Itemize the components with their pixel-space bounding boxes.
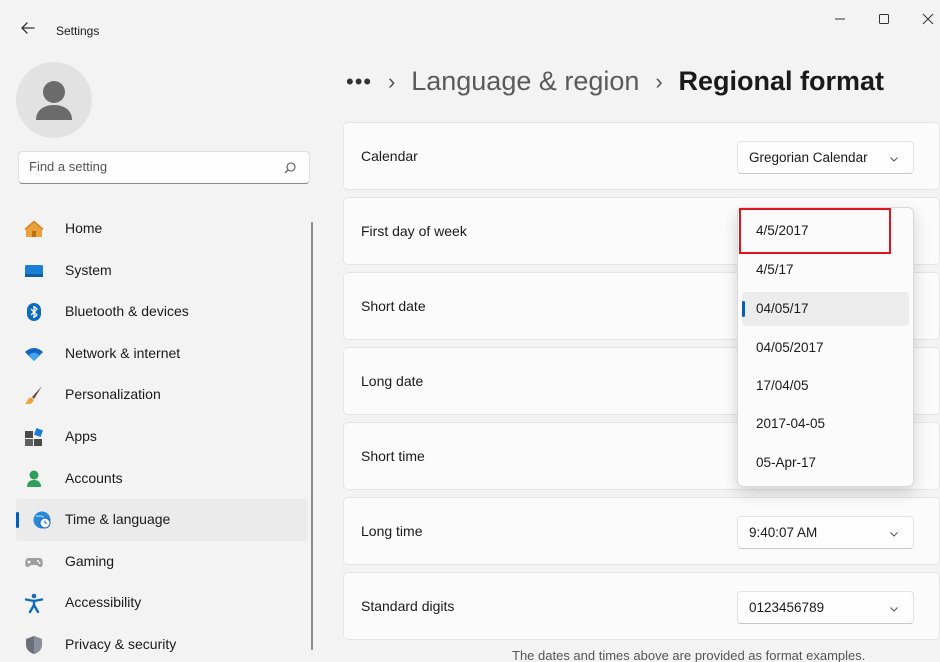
brush-icon [25,386,42,405]
search-icon[interactable] [283,161,297,175]
dropdown-option[interactable]: 2017-04-05 [742,407,909,441]
dropdown-option-selected[interactable]: 04/05/17 [742,292,909,326]
setting-label: Standard digits [361,598,455,614]
sidebar-item-system[interactable]: System [16,250,308,292]
long-time-select[interactable]: 9:40:07 AM [737,516,914,549]
maximize-icon[interactable] [862,4,906,34]
gamepad-icon [25,557,43,567]
chevron-down-icon [890,532,898,537]
select-value: 0123456789 [749,600,825,615]
back-arrow-icon[interactable] [18,18,38,38]
breadcrumb-separator: › [388,68,396,94]
sidebar-item-privacy[interactable]: Privacy & security [16,624,308,662]
sidebar-item-personalization[interactable]: Personalization [16,374,308,416]
option-label: 05-Apr-17 [756,455,817,470]
setting-label: First day of week [361,223,467,239]
dropdown-option[interactable]: 4/5/17 [742,253,909,287]
sidebar-item-time-language[interactable]: Time & language [16,499,308,541]
accessibility-icon [24,594,44,614]
accounts-icon [27,470,41,487]
setting-card-long-time: Long time 9:40:07 AM [343,497,940,565]
dropdown-option[interactable]: 04/05/2017 [742,331,909,365]
setting-label: Short date [361,298,426,314]
sidebar-item-apps[interactable]: Apps [16,416,308,458]
app-title: Settings [56,24,100,38]
option-label: 04/05/2017 [756,340,824,355]
sidebar-item-label: Home [65,220,103,236]
short-date-dropdown: 4/5/2017 4/5/17 04/05/17 04/05/2017 17/0… [737,207,914,487]
close-icon[interactable] [906,4,940,34]
active-indicator [16,512,19,529]
page-title: Regional format [678,66,885,96]
option-label: 4/5/2017 [756,223,809,238]
setting-label: Long time [361,523,423,539]
sidebar-item-accessibility[interactable]: Accessibility [16,582,308,624]
select-value: Gregorian Calendar [749,150,868,165]
sidebar-item-accounts[interactable]: Accounts [16,458,308,500]
sidebar-item-gaming[interactable]: Gaming [16,541,308,583]
chevron-down-icon [890,607,898,612]
sidebar-item-label: Bluetooth & devices [65,303,189,320]
option-label: 2017-04-05 [756,416,826,431]
dropdown-option[interactable]: 05-Apr-17 [742,446,909,480]
search-box[interactable] [18,151,310,184]
sidebar-item-label: Accounts [65,469,123,486]
setting-label: Calendar [361,148,418,164]
setting-card-calendar: Calendar Gregorian Calendar [343,122,940,190]
sidebar-item-network[interactable]: Network & internet [16,333,308,375]
bluetooth-icon [27,303,41,322]
wifi-icon [25,347,43,361]
breadcrumb-separator: › [655,68,663,94]
home-icon [24,220,44,237]
sidebar-item-home[interactable]: Home [16,208,308,250]
system-icon [25,264,43,277]
sidebar-scrollbar[interactable] [311,222,313,650]
standard-digits-select[interactable]: 0123456789 [737,591,914,624]
setting-card-standard-digits: Standard digits 0123456789 [343,572,940,640]
option-label: 17/04/05 [756,378,809,393]
option-label: 04/05/17 [756,301,809,316]
sidebar-item-label: Accessibility [65,594,142,611]
breadcrumb-language-region[interactable]: Language & region [411,66,639,97]
shield-icon [26,635,42,654]
select-value: 9:40:07 AM [749,525,818,540]
minimize-icon[interactable] [818,4,862,34]
setting-label: Short time [361,448,425,464]
sidebar-nav: Home System Bluetooth & devices Network … [16,208,308,662]
option-label: 4/5/17 [756,262,794,277]
person-icon [36,81,72,120]
sidebar-item-label: Privacy & security [65,635,177,652]
sidebar-item-label: Apps [65,427,97,444]
chevron-down-icon [890,157,898,162]
apps-icon [25,427,43,446]
setting-label: Long date [361,373,424,389]
selected-indicator [742,301,745,317]
sidebar-item-label: Time & language [65,511,171,528]
globe-clock-icon [33,511,51,529]
user-avatar[interactable] [16,62,92,138]
sidebar-item-label: Gaming [65,552,115,569]
dropdown-option[interactable]: 4/5/2017 [742,214,909,248]
dropdown-option[interactable]: 17/04/05 [742,369,909,403]
sidebar-item-label: Network & internet [65,344,181,361]
calendar-select[interactable]: Gregorian Calendar [737,141,914,174]
breadcrumb-more-button[interactable]: ••• [346,69,372,95]
breadcrumb: ••• › Language & region › Regional forma… [346,66,884,108]
title-bar: Settings [0,0,940,40]
sidebar-item-label: System [65,261,112,278]
footnote: The dates and times above are provided a… [512,648,866,662]
sidebar-item-label: Personalization [65,386,161,403]
sidebar-item-bluetooth[interactable]: Bluetooth & devices [16,291,308,333]
search-input[interactable] [29,159,269,174]
